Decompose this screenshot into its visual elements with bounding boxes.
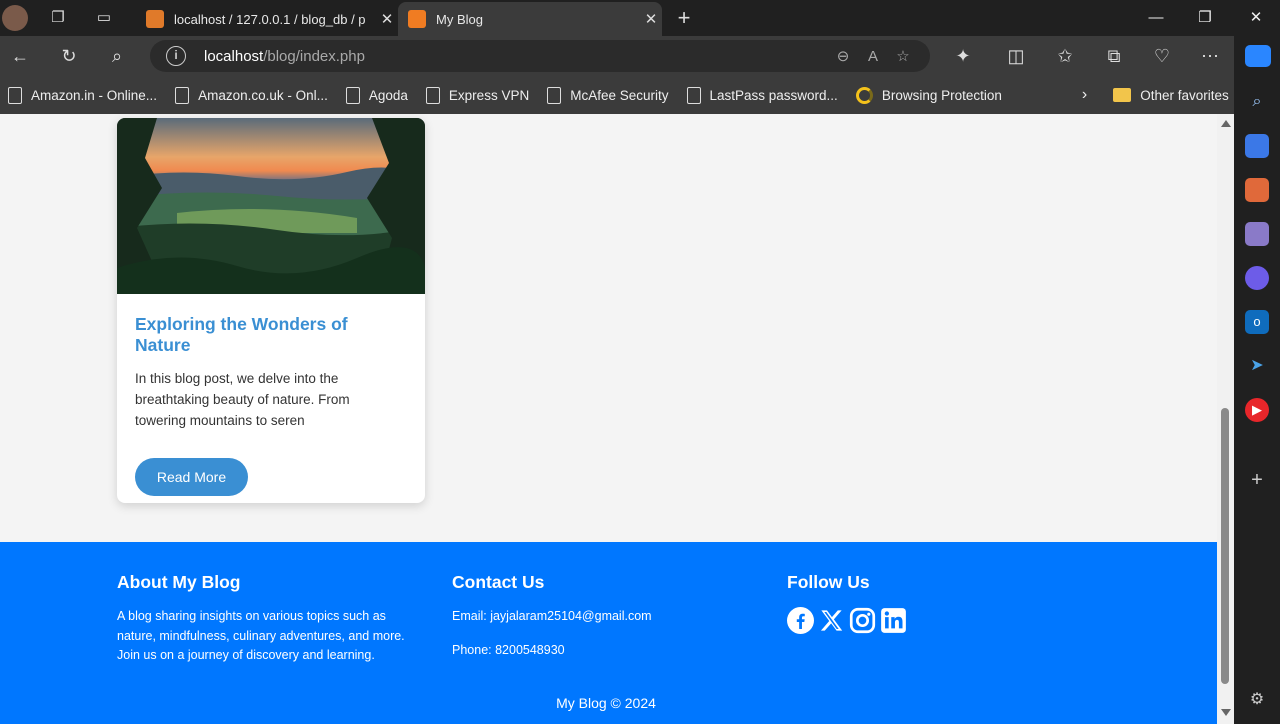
bookmark-item[interactable]: McAfee Security	[547, 86, 669, 104]
restore-icon[interactable]: ❐	[1182, 6, 1228, 30]
bookmark-label: Browsing Protection	[881, 87, 1002, 103]
bookmark-label: Amazon.co.uk - Onl...	[198, 87, 328, 103]
scroll-down-arrow-icon[interactable]	[1221, 709, 1231, 716]
bookmark-label: Agoda	[368, 87, 408, 103]
bookmark-item[interactable]: Amazon.in - Online...	[8, 86, 158, 104]
page-icon	[547, 86, 562, 104]
tab-title: localhost / 127.0.0.1 / blog_db / p	[174, 11, 366, 27]
tools-icon[interactable]	[1245, 178, 1269, 202]
close-tab-icon[interactable]: ✕	[640, 10, 662, 28]
chevron-right-icon[interactable]: ›	[1082, 86, 1087, 104]
footer-phone: Phone: 8200548930	[452, 642, 565, 657]
other-favorites-label: Other favorites	[1140, 87, 1229, 103]
bookmarks-bar: Amazon.in - Online... Amazon.co.uk - Onl…	[0, 76, 1234, 114]
bookmark-item[interactable]: Agoda	[345, 86, 408, 104]
tab-my-blog[interactable]: My Blog ✕	[398, 2, 662, 36]
footer-about: About My Blog A blog sharing insights on…	[117, 572, 417, 666]
x-icon[interactable]	[818, 607, 845, 634]
scrollbar-thumb[interactable]	[1221, 408, 1229, 684]
search-icon[interactable]: ⌕	[105, 44, 129, 68]
footer-contact-heading: Contact Us	[452, 572, 545, 592]
bookmark-item[interactable]: Browsing Protection	[855, 86, 1002, 104]
favorite-star-icon[interactable]: ☆	[888, 47, 918, 65]
games-icon[interactable]	[1245, 222, 1269, 246]
favorites-icon[interactable]: ✩	[1053, 44, 1077, 68]
read-aloud-icon[interactable]: A	[858, 48, 888, 65]
tab-phpmyadmin[interactable]: localhost / 127.0.0.1 / blog_db / p ✕	[136, 2, 398, 36]
url-host: localhost	[204, 47, 264, 65]
post-title[interactable]: Exploring the Wonders of Nature	[135, 314, 405, 356]
shopping-tag-icon[interactable]	[1245, 134, 1269, 158]
bookmark-label: Express VPN	[448, 87, 530, 103]
read-more-button[interactable]: Read More	[135, 458, 248, 496]
shield-ring-icon	[855, 86, 873, 104]
page-scrollbar[interactable]	[1217, 114, 1234, 724]
add-sidebar-icon[interactable]: +	[1245, 468, 1269, 492]
page-icon	[175, 86, 190, 104]
page-icon	[345, 86, 360, 104]
address-toolbar: ← ↻ ⌕ i localhost/blog/index.php ⊖ A ☆ ✦…	[0, 36, 1234, 76]
bookmark-label: Amazon.in - Online...	[31, 87, 158, 103]
scroll-up-arrow-icon[interactable]	[1221, 120, 1231, 127]
vertical-tabs-icon[interactable]: ▭	[94, 8, 114, 28]
site-footer: About My Blog A blog sharing insights on…	[0, 542, 1217, 724]
folder-icon	[1113, 88, 1132, 102]
bookmark-item[interactable]: Express VPN	[425, 86, 530, 104]
page-icon	[8, 86, 22, 104]
footer-about-heading: About My Blog	[117, 572, 241, 592]
footer-email[interactable]: Email: jayjalaram25104@gmail.com	[452, 607, 752, 627]
copilot-sidebar-icon[interactable]	[1245, 266, 1269, 290]
copilot-icon[interactable]	[1245, 45, 1271, 67]
other-favorites[interactable]: Other favorites	[1113, 88, 1229, 103]
close-tab-icon[interactable]: ✕	[376, 10, 398, 28]
outlook-icon[interactable]: o	[1245, 310, 1269, 334]
post-excerpt: In this blog post, we delve into the bre…	[135, 371, 350, 428]
page-icon	[425, 86, 440, 104]
bookmark-item[interactable]: Amazon.co.uk - Onl...	[175, 86, 328, 104]
close-window-icon[interactable]: ✕	[1233, 6, 1279, 30]
facebook-icon[interactable]	[787, 607, 814, 634]
edge-sidebar: ⌕ o ➤ ▶ + ⚙	[1234, 76, 1280, 724]
collections-icon[interactable]: ⧉	[1102, 44, 1126, 68]
browser-essentials-icon[interactable]: ♡	[1150, 44, 1174, 68]
social-links	[787, 607, 1087, 634]
footer-contact: Contact Us Email: jayjalaram25104@gmail.…	[452, 572, 752, 660]
zoom-icon[interactable]: ⊖	[828, 47, 858, 65]
search-icon[interactable]: ⌕	[1245, 90, 1269, 114]
browser-tab-bar: ❐ ▭ localhost / 127.0.0.1 / blog_db / p …	[0, 0, 1280, 36]
back-icon[interactable]: ←	[8, 44, 32, 68]
profile-avatar[interactable]	[2, 5, 28, 31]
xampp-icon	[408, 10, 426, 28]
footer-copyright: My Blog © 2024	[556, 695, 656, 711]
footer-follow-heading: Follow Us	[787, 572, 870, 592]
split-screen-icon[interactable]: ◫	[1004, 44, 1028, 68]
minimize-icon[interactable]: —	[1133, 6, 1179, 30]
phpmyadmin-icon	[146, 10, 164, 28]
address-url[interactable]: localhost/blog/index.php	[204, 48, 828, 65]
bookmark-label: McAfee Security	[570, 87, 669, 103]
youtube-icon[interactable]: ▶	[1245, 398, 1269, 422]
post-image	[117, 118, 425, 294]
extensions-icon[interactable]: ✦	[951, 44, 975, 68]
refresh-icon[interactable]: ↻	[57, 44, 81, 68]
site-info-icon[interactable]: i	[166, 46, 186, 66]
instagram-icon[interactable]	[849, 607, 876, 634]
blog-post-card: Exploring the Wonders of Nature In this …	[117, 118, 425, 503]
footer-about-text: A blog sharing insights on various topic…	[117, 609, 405, 662]
bookmark-label: LastPass password...	[709, 87, 838, 103]
linkedin-icon[interactable]	[880, 607, 907, 634]
address-bar[interactable]: i localhost/blog/index.php ⊖ A ☆	[150, 40, 930, 72]
workspaces-icon[interactable]: ❐	[48, 8, 68, 28]
bookmark-item[interactable]: LastPass password...	[686, 86, 838, 104]
footer-follow: Follow Us	[787, 572, 1087, 634]
gear-icon[interactable]: ⚙	[1245, 688, 1269, 712]
page-viewport: Exploring the Wonders of Nature In this …	[0, 114, 1234, 724]
new-tab-icon[interactable]: +	[674, 7, 694, 29]
more-options-icon[interactable]: ⋯	[1198, 44, 1222, 68]
telegram-icon[interactable]: ➤	[1245, 354, 1269, 378]
url-path: /blog/index.php	[263, 47, 365, 65]
tab-title: My Blog	[436, 11, 483, 27]
page-icon	[686, 86, 701, 104]
